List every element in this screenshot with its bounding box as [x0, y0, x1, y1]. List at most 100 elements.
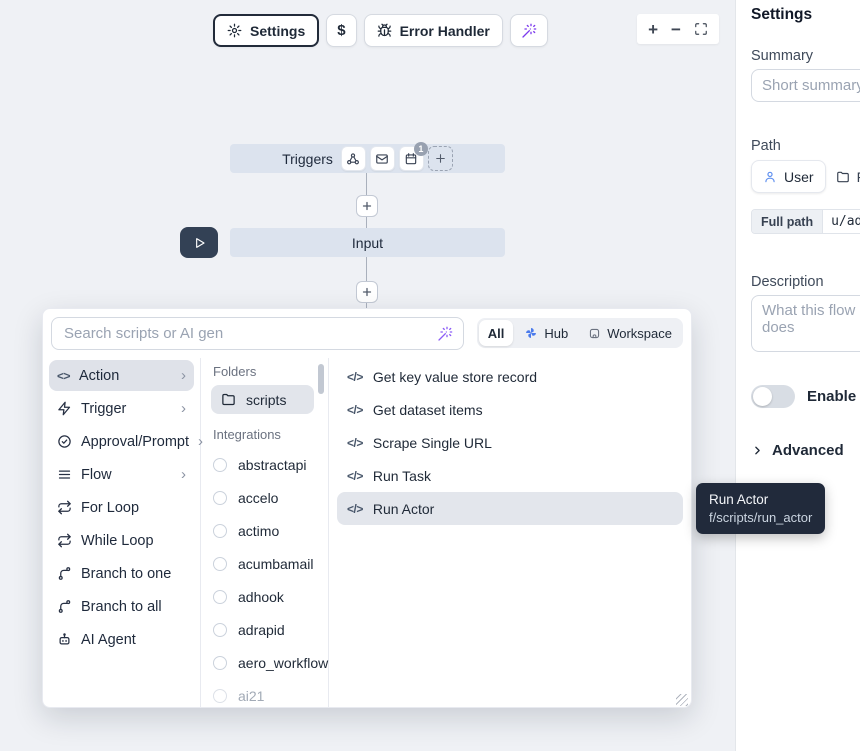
- enable-toggle[interactable]: [751, 385, 795, 408]
- sidebar-item-label: Approval/Prompt: [81, 434, 189, 450]
- mail-icon: [375, 152, 389, 166]
- picker-header: All Hub Workspace: [43, 309, 691, 358]
- sidebar-item-for-loop[interactable]: For Loop: [49, 492, 194, 523]
- script-item[interactable]: </> Run Task: [337, 459, 683, 492]
- webhook-trigger-chip[interactable]: [341, 146, 366, 171]
- scrollbar-thumb[interactable]: [318, 364, 324, 394]
- script-item[interactable]: </> Scrape Single URL: [337, 426, 683, 459]
- filter-all[interactable]: All: [479, 320, 514, 346]
- sidebar-item-branch-one[interactable]: Branch to one: [49, 558, 194, 589]
- script-item-label: Run Actor: [373, 501, 434, 517]
- integration-label: ai21: [238, 688, 264, 704]
- script-tooltip: Run Actor f/scripts/run_actor: [696, 483, 825, 534]
- integration-label: accelo: [238, 490, 278, 506]
- toggle-knob: [753, 387, 772, 406]
- step-kind-sidebar: <> Action › Trigger › Approval/Prompt › …: [43, 358, 201, 708]
- enable-row: Enable fi: [751, 385, 860, 408]
- filter-hub-label: Hub: [544, 326, 568, 341]
- script-item[interactable]: </> Get key value store record: [337, 360, 683, 393]
- advanced-section-toggle[interactable]: Advanced: [751, 442, 844, 459]
- ai-wand-button[interactable]: [510, 14, 548, 47]
- hub-logo-icon: [524, 326, 538, 340]
- code-icon: </>: [347, 469, 363, 483]
- price-button[interactable]: $: [326, 14, 356, 47]
- sidebar-item-while-loop[interactable]: While Loop: [49, 525, 194, 556]
- dollar-icon: $: [337, 22, 345, 39]
- zoom-out-icon[interactable]: −: [671, 21, 681, 38]
- sidebar-item-ai-agent[interactable]: AI Agent: [49, 624, 194, 655]
- description-textarea[interactable]: [751, 295, 860, 352]
- schedule-trigger-chip[interactable]: 1: [399, 146, 424, 171]
- folder-item-scripts[interactable]: scripts: [211, 385, 314, 414]
- filter-workspace[interactable]: Workspace: [579, 320, 681, 346]
- script-item-label: Run Task: [373, 468, 431, 484]
- integration-logo-icon: [213, 590, 227, 604]
- settings-button[interactable]: Settings: [213, 14, 319, 47]
- script-item-run-actor[interactable]: </> Run Actor: [337, 492, 683, 525]
- add-trigger-chip[interactable]: [428, 146, 453, 171]
- script-item-label: Get key value store record: [373, 369, 537, 385]
- sidebar-item-label: Branch to one: [81, 566, 171, 582]
- integration-label: acumbamail: [238, 556, 313, 572]
- full-path-label: Full path: [752, 210, 823, 233]
- integration-item[interactable]: accelo: [211, 481, 314, 514]
- path-user-option[interactable]: User: [751, 160, 826, 193]
- integration-item[interactable]: actimo: [211, 514, 314, 547]
- full-path-value[interactable]: u/admin: [823, 210, 860, 233]
- fit-view-icon[interactable]: [694, 22, 708, 36]
- sidebar-item-trigger[interactable]: Trigger ›: [49, 393, 194, 424]
- filter-workspace-label: Workspace: [607, 326, 672, 341]
- workspace-icon: [588, 327, 601, 340]
- path-folder-option[interactable]: Folder: [836, 160, 860, 193]
- script-item-label: Get dataset items: [373, 402, 483, 418]
- menu-lines-icon: [57, 467, 72, 482]
- integration-label: adrapid: [238, 622, 285, 638]
- integration-logo-icon: [213, 623, 227, 637]
- triggers-node[interactable]: Triggers 1: [230, 144, 505, 173]
- insert-step-button-top[interactable]: [356, 195, 378, 217]
- folder-icon: [221, 392, 236, 407]
- folders-integrations-column: Folders scripts Integrations abstractapi…: [201, 358, 329, 708]
- script-item[interactable]: </> Get dataset items: [337, 393, 683, 426]
- search-input[interactable]: [51, 317, 464, 350]
- integration-item[interactable]: adhook: [211, 580, 314, 613]
- error-handler-button[interactable]: Error Handler: [364, 14, 503, 47]
- code-icon: </>: [347, 370, 363, 384]
- top-toolbar: Settings $ Error Handler: [213, 14, 548, 47]
- integration-item[interactable]: abstractapi: [211, 448, 314, 481]
- sidebar-item-action[interactable]: <> Action ›: [49, 360, 194, 391]
- integration-label: aero_workflow: [238, 655, 328, 671]
- input-node[interactable]: Input: [230, 228, 505, 257]
- repeat-icon: [57, 533, 72, 548]
- chevron-right-icon: ›: [181, 401, 186, 416]
- script-item-label: Scrape Single URL: [373, 435, 492, 451]
- summary-input[interactable]: [751, 69, 860, 102]
- script-list: </> Get key value store record </> Get d…: [329, 358, 691, 708]
- sidebar-item-label: AI Agent: [81, 632, 136, 648]
- settings-panel-title: Settings: [751, 6, 812, 24]
- filter-hub[interactable]: Hub: [515, 320, 577, 346]
- search-wrap: [51, 317, 464, 350]
- modal-resize-handle[interactable]: [676, 694, 688, 706]
- zoom-in-icon[interactable]: +: [648, 21, 658, 38]
- sidebar-item-branch-all[interactable]: Branch to all: [49, 591, 194, 622]
- insert-step-button-bottom[interactable]: [356, 281, 378, 303]
- branch-icon: [57, 566, 72, 581]
- settings-button-label: Settings: [250, 23, 305, 39]
- integration-item[interactable]: ai21: [211, 679, 314, 708]
- sidebar-item-flow[interactable]: Flow ›: [49, 459, 194, 490]
- ai-generate-icon[interactable]: [437, 326, 453, 342]
- path-user-label: User: [784, 169, 814, 185]
- email-trigger-chip[interactable]: [370, 146, 395, 171]
- sidebar-item-label: Action: [79, 368, 119, 384]
- integration-item[interactable]: adrapid: [211, 613, 314, 646]
- integrations-header: Integrations: [213, 427, 314, 442]
- run-flow-button[interactable]: [180, 227, 218, 258]
- sidebar-item-approval[interactable]: Approval/Prompt ›: [49, 426, 194, 457]
- folder-icon: [836, 170, 850, 184]
- webhook-icon: [346, 152, 360, 166]
- integration-item[interactable]: aero_workflow: [211, 646, 314, 679]
- integration-item[interactable]: acumbamail: [211, 547, 314, 580]
- description-label: Description: [751, 274, 824, 290]
- integration-label: actimo: [238, 523, 279, 539]
